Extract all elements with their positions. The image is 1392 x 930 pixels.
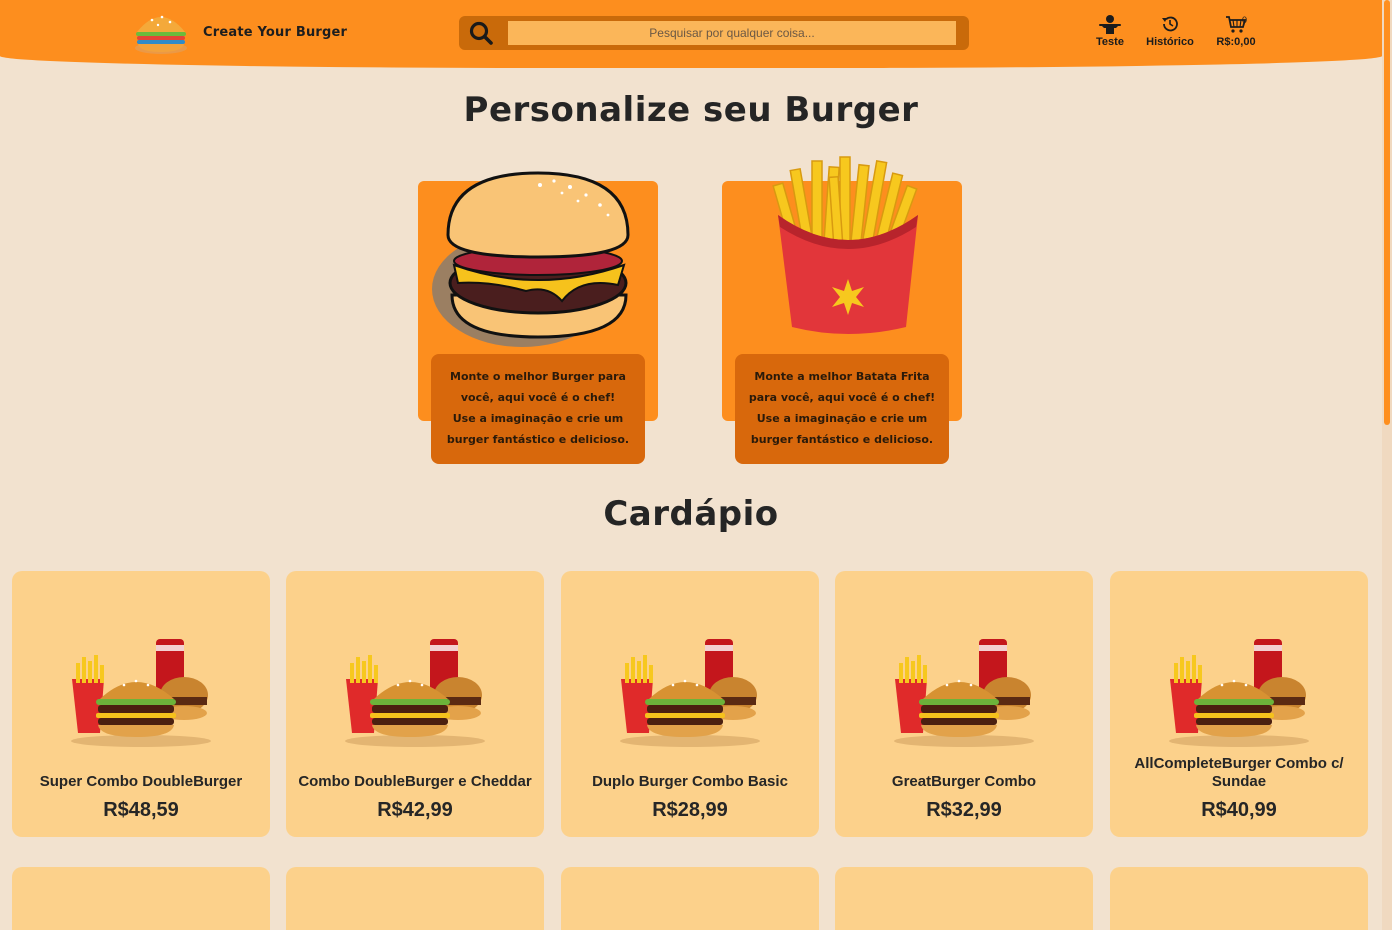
menu-item-price: R$28,99 [652,799,728,821]
nav-user-label: Teste [1096,36,1124,48]
promo-line: burger fantástico e delicioso. [750,433,934,446]
promo-line: Monte o melhor Burger para [450,370,626,383]
menu-card-partial[interactable] [12,867,270,930]
nav-user[interactable]: Teste [1090,14,1130,48]
menu-card-partial[interactable] [561,867,819,930]
menu-item-name: Super Combo DoubleBurger [39,773,243,790]
nav-history-label: Histórico [1146,36,1194,48]
menu-card[interactable]: Super Combo DoubleBurger R$48,59 [12,571,270,837]
combo-image [338,637,492,749]
menu-card[interactable]: Combo DoubleBurger e Cheddar R$42,99 [286,571,544,837]
menu-card[interactable]: AllCompleteBurger Combo c/ Sundae R$40,9… [1110,571,1368,837]
menu-item-name: Duplo Burger Combo Basic [592,773,788,790]
nav-cart[interactable]: R$:0,00 [1212,14,1260,48]
burger-logo-icon[interactable] [132,8,190,56]
search-icon[interactable] [467,20,495,46]
menu-item-name: AllCompleteBurger Combo c/ Sundae [1134,755,1344,790]
promo-line: você, aqui você é o chef! [460,391,616,404]
combo-image [1162,637,1316,749]
menu-card-partial[interactable] [1110,867,1368,930]
combo-image [64,637,218,749]
scrollbar[interactable] [1382,0,1392,930]
promo-line: para você, aqui você é o chef! [748,391,936,404]
cart-total: R$:0,00 [1216,36,1256,48]
menu-item-price: R$42,99 [377,799,453,821]
menu-title: Cardápio [603,494,779,534]
menu-item-name: GreatBurger Combo [891,773,1037,790]
menu-item-price: R$48,59 [103,799,179,821]
menu-card[interactable]: Duplo Burger Combo Basic R$28,99 [561,571,819,837]
promo-text-burger: Monte o melhor Burger para você, aqui vo… [431,354,645,464]
promo-text-fries: Monte a melhor Batata Frita para você, a… [735,354,949,464]
scrollbar-thumb[interactable] [1384,0,1390,425]
promo-line: Use a imaginação e crie um [452,412,624,425]
menu-card-partial[interactable] [835,867,1093,930]
cart-count-badge: 0 [1242,15,1248,25]
fries-icon [772,156,918,334]
promo-line: Monte a melhor Batata Frita [754,370,930,383]
menu-item-name: Combo DoubleBurger e Cheddar [298,773,532,790]
search-bar [459,16,969,50]
top-header: Create Your Burger Teste Histórico [0,0,1382,68]
combo-image [613,637,767,749]
promo-line: burger fantástico e delicioso. [446,433,630,446]
burger-icon [432,171,630,347]
search-input[interactable] [508,21,956,45]
menu-card[interactable]: GreatBurger Combo R$32,99 [835,571,1093,837]
promo-line: Use a imaginação e crie um [756,412,928,425]
brand-name[interactable]: Create Your Burger [203,25,347,40]
menu-item-price: R$32,99 [926,799,1002,821]
combo-image [887,637,1041,749]
menu-card-partial[interactable] [286,867,544,930]
user-icon [1099,15,1121,34]
history-icon [1162,16,1178,32]
menu-item-price: R$40,99 [1201,799,1277,821]
nav-history[interactable]: Histórico [1145,14,1195,48]
personalize-title: Personalize seu Burger [463,90,919,130]
